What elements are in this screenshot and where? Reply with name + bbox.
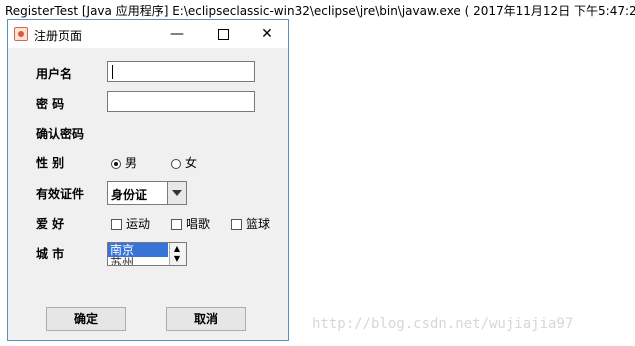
username-input[interactable] [107,61,255,82]
cancel-button[interactable]: 取消 [166,307,246,331]
hobby-label: 爱 好 [36,217,65,231]
hobby-checkbox-sing[interactable]: 唱歌 [171,215,210,232]
hobby-option-label: 篮球 [246,217,271,231]
city-scroll-spinner[interactable]: ▲ ▼ [169,243,186,265]
city-list[interactable]: 南京 苏州 ▲ ▼ [107,242,187,266]
city-item-selected[interactable]: 南京 [108,243,168,257]
text-caret [112,65,113,79]
watermark-text: http://blog.csdn.net/wujiajia97 [312,316,574,332]
chevron-up-icon[interactable]: ▲ [173,245,181,253]
id-type-value: 身份证 [111,188,148,202]
checkbox-icon [231,219,242,230]
hobby-option-label: 唱歌 [186,217,211,231]
window-titlebar[interactable]: 注册页面 — ✕ [8,20,288,48]
gender-radio-male[interactable]: 男 [111,154,137,171]
city-label: 城 市 [36,247,65,261]
gender-option-label: 女 [185,156,198,170]
city-item-next[interactable]: 苏州 [108,256,168,265]
maximize-icon [217,28,229,40]
id-type-label: 有效证件 [36,187,85,201]
hobby-checkbox-sport[interactable]: 运动 [111,215,150,232]
minimize-button[interactable]: — [154,20,200,48]
password-label: 密 码 [36,97,65,111]
console-title: RegisterTest [Java 应用程序] E:\eclipseclass… [5,4,635,18]
radio-selected-icon [111,158,121,169]
gender-option-label: 男 [125,156,138,170]
confirm-button[interactable]: 确定 [46,307,126,331]
username-label: 用户名 [36,67,73,81]
password-input[interactable] [107,91,255,112]
checkbox-icon [171,219,182,230]
chevron-down-icon[interactable]: ▼ [173,255,181,263]
maximize-button[interactable] [200,20,246,48]
gender-label: 性 别 [36,156,65,170]
register-window: 注册页面 — ✕ 用户名 密 码 确认密码 性 别 男 女 有效证件 身份证 爱… [7,19,289,341]
hobby-option-label: 运动 [126,217,151,231]
confirm-password-label: 确认密码 [36,127,85,141]
chevron-down-icon[interactable] [167,182,186,204]
java-app-icon [14,27,28,41]
id-type-select[interactable]: 身份证 [107,181,187,205]
close-button[interactable]: ✕ [244,20,290,48]
hobby-checkbox-basketball[interactable]: 篮球 [231,215,270,232]
checkbox-icon [111,219,122,230]
gender-radio-female[interactable]: 女 [171,154,197,171]
radio-empty-icon [171,158,181,169]
window-title: 注册页面 [34,29,83,43]
